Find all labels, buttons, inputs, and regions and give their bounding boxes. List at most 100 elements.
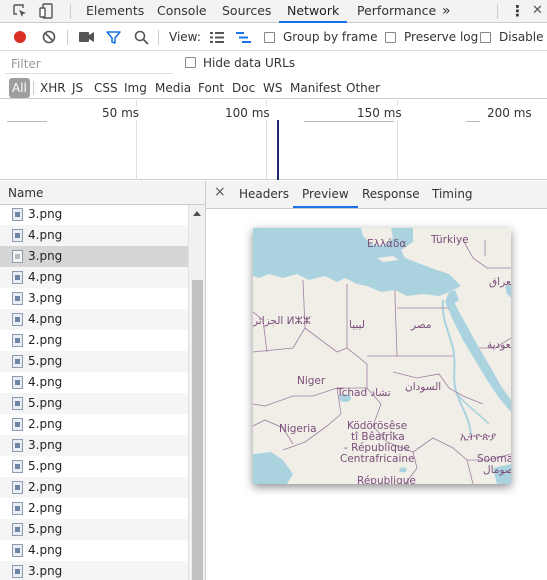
image-file-icon xyxy=(12,376,23,389)
tab-preview[interactable]: Preview xyxy=(293,181,358,208)
device-toolbar-icon[interactable] xyxy=(39,3,55,22)
tab-separator xyxy=(497,4,498,19)
image-file-icon xyxy=(12,271,23,284)
overview-label-200ms: 200 ms xyxy=(485,106,534,120)
clear-icon[interactable] xyxy=(42,30,56,47)
request-row[interactable]: 4.png xyxy=(0,225,188,246)
scrollbar-thumb[interactable] xyxy=(192,280,203,580)
overview-tick xyxy=(7,121,47,122)
tab-sources[interactable]: Sources xyxy=(222,0,271,23)
request-row[interactable]: 2.png xyxy=(0,477,188,498)
request-row[interactable]: 2.png xyxy=(0,498,188,519)
map-label-saudi-arabia: سعودية xyxy=(487,339,511,351)
request-row[interactable]: 3.png xyxy=(0,435,188,456)
close-devtools-icon[interactable]: ✕ xyxy=(532,0,543,23)
image-file-icon xyxy=(12,397,23,410)
overview-load-marker xyxy=(277,120,279,180)
scroll-up-arrow-icon[interactable] xyxy=(193,211,201,216)
tab-headers[interactable]: Headers xyxy=(239,187,289,201)
view-label: View: xyxy=(169,30,201,44)
hide-data-urls-checkbox[interactable] xyxy=(185,57,196,68)
tab-separator xyxy=(70,4,71,19)
timeline-overview[interactable]: 50 ms 100 ms 150 ms 200 ms xyxy=(0,100,547,180)
preserve-log-label: Preserve log xyxy=(404,30,479,44)
type-xhr[interactable]: XHR xyxy=(40,81,66,95)
overview-tick xyxy=(304,121,394,122)
image-file-icon xyxy=(12,208,23,221)
request-row[interactable]: 5.png xyxy=(0,456,188,477)
tab-elements[interactable]: Elements xyxy=(86,0,144,23)
request-list-scrollbar[interactable] xyxy=(188,205,205,580)
image-file-icon xyxy=(12,250,23,263)
preserve-log-checkbox[interactable] xyxy=(385,32,396,43)
request-row[interactable]: 5.png xyxy=(0,393,188,414)
hide-data-urls-label: Hide data URLs xyxy=(203,56,296,70)
request-name: 3.png xyxy=(28,249,63,263)
type-doc[interactable]: Doc xyxy=(232,81,255,95)
map-label-niger: Niger xyxy=(297,375,326,387)
request-row[interactable]: 4.png xyxy=(0,540,188,561)
name-column-label: Name xyxy=(8,186,44,200)
request-list: 3.png 4.png 3.png 4.png 3.png 4.png 2.png 5.png… xyxy=(0,205,188,580)
group-by-frame-label: Group by frame xyxy=(283,30,378,44)
image-file-icon xyxy=(12,334,23,347)
request-name: 2.png xyxy=(28,333,63,347)
name-column-header[interactable]: Name xyxy=(0,181,205,205)
request-name: 3.png xyxy=(28,291,63,305)
filter-input[interactable] xyxy=(5,54,173,74)
type-css[interactable]: CSS xyxy=(94,81,118,95)
map-label-ethiopia: ኢትዮጵያ xyxy=(460,431,497,443)
type-other[interactable]: Other xyxy=(346,81,380,95)
more-tabs-icon[interactable]: » xyxy=(442,0,451,23)
type-js[interactable]: JS xyxy=(72,81,83,95)
map-label-turkey: Türkiye xyxy=(431,234,469,246)
filter-icon[interactable] xyxy=(106,30,121,48)
large-rows-icon[interactable] xyxy=(210,32,224,46)
tab-response[interactable]: Response xyxy=(362,187,420,201)
request-row[interactable]: 3.png xyxy=(0,205,188,225)
group-by-frame-checkbox[interactable] xyxy=(264,32,275,43)
inspect-element-icon[interactable] xyxy=(12,3,28,22)
request-name: 4.png xyxy=(28,312,63,326)
disable-cache-checkbox[interactable] xyxy=(480,32,491,43)
map-label-iraq: العراق xyxy=(489,276,511,288)
request-row[interactable]: 5.png xyxy=(0,351,188,372)
tab-performance[interactable]: Performance xyxy=(357,0,436,23)
image-file-icon xyxy=(12,355,23,368)
request-row[interactable]: 3.png xyxy=(0,246,188,267)
close-details-icon[interactable]: × xyxy=(214,184,226,200)
request-row[interactable]: 5.png xyxy=(0,519,188,540)
type-separator xyxy=(33,81,34,95)
toolbar-separator xyxy=(158,30,159,45)
request-name: 4.png xyxy=(28,543,63,557)
type-all[interactable]: All xyxy=(9,78,30,98)
type-ws[interactable]: WS xyxy=(263,81,282,95)
request-row[interactable]: 4.png xyxy=(0,309,188,330)
overview-tick xyxy=(466,121,480,122)
type-media[interactable]: Media xyxy=(155,81,191,95)
type-font[interactable]: Font xyxy=(198,81,224,95)
more-options-icon[interactable]: ⋮ xyxy=(510,0,525,23)
filter-bar: Hide data URLs xyxy=(0,52,547,76)
overview-label-150ms: 150 ms xyxy=(355,106,404,120)
tab-console[interactable]: Console xyxy=(157,0,207,23)
record-icon[interactable] xyxy=(13,30,27,47)
tab-network[interactable]: Network xyxy=(279,0,348,23)
tab-timing[interactable]: Timing xyxy=(432,187,473,201)
request-row[interactable]: 3.png xyxy=(0,288,188,309)
waterfall-overview-icon[interactable] xyxy=(236,32,251,46)
request-row[interactable]: 2.png xyxy=(0,330,188,351)
request-name: 5.png xyxy=(28,459,63,473)
capture-screenshots-icon[interactable] xyxy=(79,31,95,46)
type-img[interactable]: Img xyxy=(124,81,147,95)
search-icon[interactable] xyxy=(134,30,149,48)
request-row[interactable]: 3.png xyxy=(0,561,188,580)
request-row[interactable]: 4.png xyxy=(0,267,188,288)
resource-type-filter: All XHR JS CSS Img Media Font Doc WS Man… xyxy=(0,77,547,99)
request-name: 3.png xyxy=(28,438,63,452)
request-row[interactable]: 2.png xyxy=(0,414,188,435)
request-row[interactable]: 4.png xyxy=(0,372,188,393)
type-manifest[interactable]: Manifest xyxy=(290,81,341,95)
request-name: 5.png xyxy=(28,396,63,410)
map-label-nigeria: Nigeria xyxy=(279,423,317,435)
